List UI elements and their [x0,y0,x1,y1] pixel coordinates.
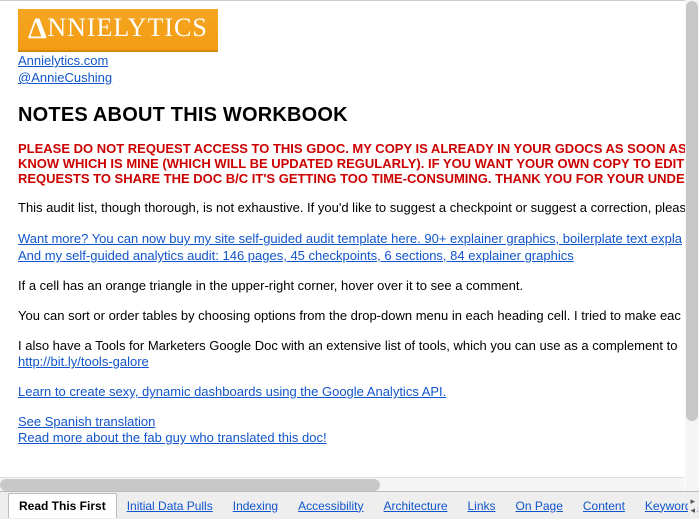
horizontal-scrollbar[interactable] [0,477,684,491]
dashboards-link[interactable]: Learn to create sexy, dynamic dashboards… [18,384,446,399]
translator-link[interactable]: Read more about the fab guy who translat… [18,430,699,446]
sheet-tabs: Read This First Initial Data Pulls Index… [0,491,699,519]
horizontal-scrollbar-thumb[interactable] [0,479,380,491]
spanish-translation-link[interactable]: See Spanish translation [18,414,699,430]
tab-scroll-arrows[interactable]: ▸ ◂ [688,495,697,517]
tab-on-page[interactable]: On Page [506,495,573,517]
document-body: ΔNNIELYTICS Annielytics.com @AnnieCushin… [0,1,699,446]
tab-content[interactable]: Content [573,495,635,517]
vertical-scrollbar[interactable] [685,0,699,491]
chevron-left-icon: ◂ [690,506,695,515]
tab-accessibility[interactable]: Accessibility [288,495,373,517]
tools-paragraph: I also have a Tools for Marketers Google… [18,338,699,354]
tools-galore-link[interactable]: http://bit.ly/tools-galore [18,354,149,369]
twitter-link[interactable]: @AnnieCushing [18,69,699,86]
logo-delta: Δ [28,12,47,45]
site-link[interactable]: Annielytics.com [18,52,699,69]
tab-indexing[interactable]: Indexing [223,495,288,517]
warning-line: KNOW WHICH IS MINE (WHICH WILL BE UPDATE… [18,156,699,171]
tab-initial-data-pulls[interactable]: Initial Data Pulls [117,495,223,517]
warning-line: REQUESTS TO SHARE THE DOC B/C IT'S GETTI… [18,171,699,186]
tab-links[interactable]: Links [458,495,506,517]
comment-hint-paragraph: If a cell has an orange triangle in the … [18,278,699,294]
tab-architecture[interactable]: Architecture [373,495,457,517]
intro-paragraph: This audit list, though thorough, is not… [18,200,699,216]
page-title: NOTES ABOUT THIS WORKBOOK [18,104,699,127]
logo: ΔNNIELYTICS [18,9,218,52]
sort-hint-paragraph: You can sort or order tables by choosing… [18,308,699,324]
tab-read-this-first[interactable]: Read This First [8,493,117,518]
buy-template-link[interactable]: Want more? You can now buy my site self-… [18,230,699,247]
warning-text: PLEASE DO NOT REQUEST ACCESS TO THIS GDO… [18,141,699,186]
vertical-scrollbar-thumb[interactable] [686,1,698,421]
logo-text: NNIELYTICS [47,13,208,42]
analytics-audit-link[interactable]: And my self-guided analytics audit: 146 … [18,247,699,264]
warning-line: PLEASE DO NOT REQUEST ACCESS TO THIS GDO… [18,141,699,156]
